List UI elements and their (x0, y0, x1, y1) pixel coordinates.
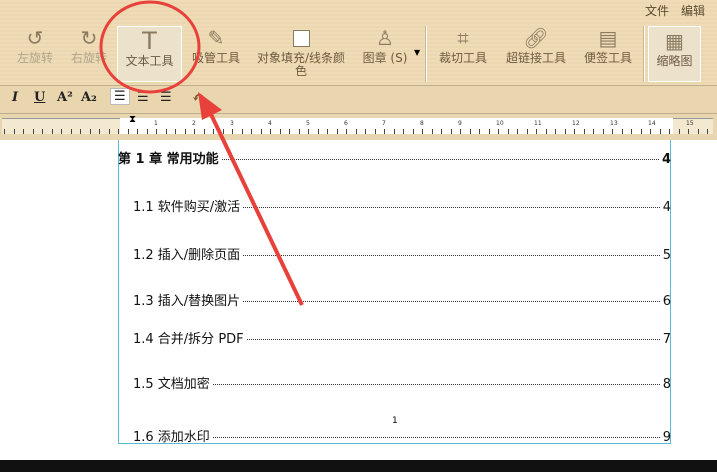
highlight-circle (99, 0, 201, 94)
annotation-arrow (206, 107, 304, 306)
arrow-head-icon (198, 92, 222, 120)
annotation-overlay (99, 0, 304, 306)
